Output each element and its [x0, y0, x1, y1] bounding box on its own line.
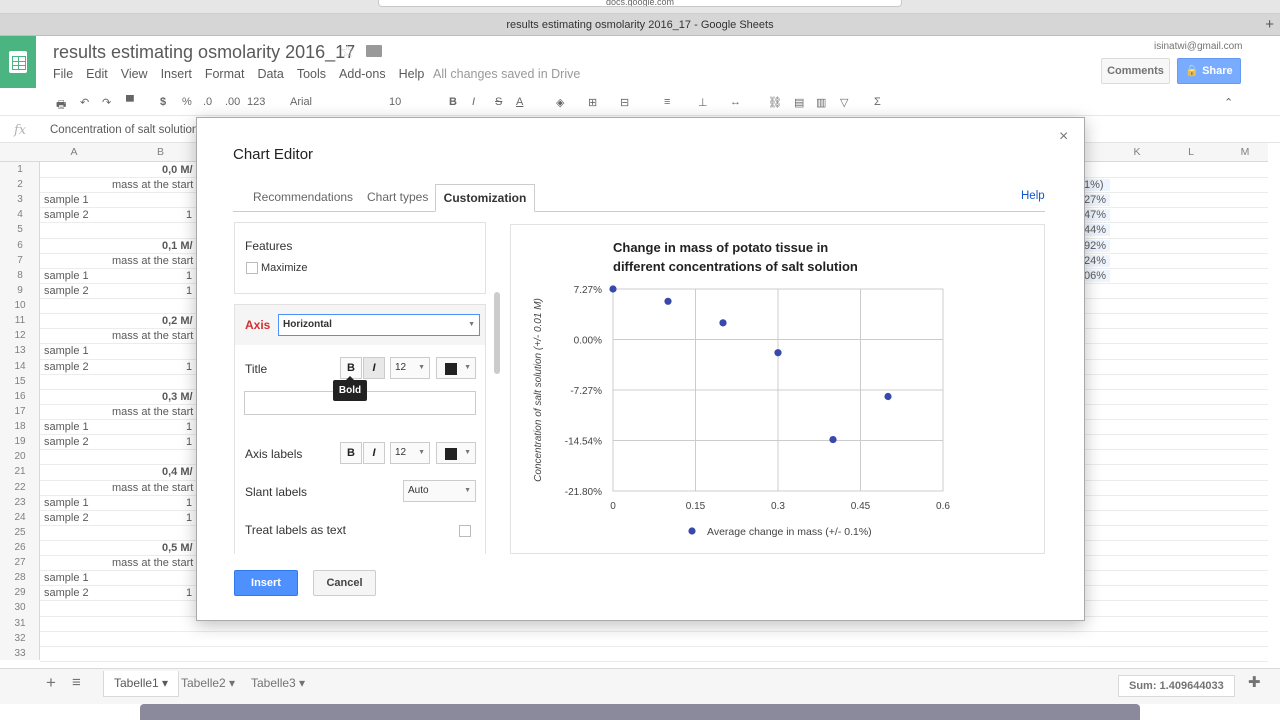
treat-labels-checkbox[interactable]	[459, 525, 471, 537]
cancel-button[interactable]: Cancel	[313, 570, 376, 596]
data-point	[829, 435, 837, 444]
y-tick-label: -7.27%	[570, 386, 602, 397]
address-bar[interactable]: docs.google.com	[378, 0, 902, 7]
title-color-select[interactable]: ▼	[436, 357, 476, 379]
color-swatch	[445, 363, 457, 375]
chart-title-line-1: Change in mass of potato tissue in	[613, 240, 828, 255]
axis-section: Axis Horizontal ▼ Title B I 12 ▼ ▼ Axis la…	[234, 304, 486, 554]
labels-bold-button[interactable]: B	[340, 442, 362, 464]
features-label: Features	[245, 239, 293, 253]
title-size-value: 12	[395, 362, 407, 373]
axis-select-value: Horizontal	[283, 319, 332, 330]
data-point	[609, 285, 617, 293]
data-point	[884, 392, 892, 401]
data-point	[719, 319, 727, 327]
x-tick-label: 0.6	[936, 501, 950, 512]
labels-italic-button[interactable]: I	[363, 442, 385, 464]
labels-color-select[interactable]: ▼	[436, 442, 476, 464]
title-size-select[interactable]: 12 ▼	[390, 357, 430, 379]
axis-labels-label: Axis labels	[245, 447, 303, 461]
chart-preview: Change in mass of potato tissue in differ…	[510, 224, 1045, 554]
y-axis-label: Concentration of salt solution (+/- 0.01…	[533, 298, 544, 482]
labels-size-value: 12	[395, 447, 407, 458]
legend-label: Average change in mass (+/- 0.1%)	[707, 526, 872, 538]
dropdown-arrow-icon: ▼	[468, 321, 475, 328]
data-point	[774, 349, 782, 357]
tab-chart-types[interactable]: Chart types	[367, 190, 428, 204]
slant-labels-label: Slant labels	[245, 485, 308, 499]
dropdown-arrow-icon: ▼	[418, 364, 425, 371]
help-link[interactable]: Help	[1021, 190, 1045, 202]
maximize-checkbox[interactable]	[246, 262, 258, 274]
y-tick-label: 0.00%	[574, 336, 602, 347]
dropdown-arrow-icon: ▼	[464, 449, 471, 456]
x-tick-label: 0.45	[851, 501, 871, 512]
dialog-title: Chart Editor	[233, 146, 314, 163]
x-tick-label: 0.15	[686, 501, 706, 512]
labels-size-select[interactable]: 12 ▼	[390, 442, 430, 464]
title-italic-button[interactable]: I	[363, 357, 385, 379]
close-icon[interactable]: ×	[1059, 128, 1068, 146]
color-swatch	[445, 448, 457, 460]
x-tick-label: 0.3	[771, 501, 785, 512]
os-dock	[140, 704, 1140, 720]
slant-value: Auto	[408, 485, 429, 496]
title-label: Title	[245, 362, 268, 376]
y-tick-label: 7.27%	[574, 285, 602, 296]
slant-select[interactable]: Auto ▼	[403, 480, 476, 502]
tab-customization[interactable]: Customization	[435, 184, 535, 212]
features-section: Features Maximize	[234, 222, 486, 294]
chart-editor-dialog: Chart Editor × Recommendations Chart typ…	[196, 117, 1085, 621]
axis-select[interactable]: Horizontal ▼	[278, 314, 480, 336]
window-title: results estimating osmolarity 2016_17 - …	[506, 19, 774, 31]
new-tab-icon[interactable]: +	[1265, 14, 1274, 36]
dropdown-arrow-icon: ▼	[464, 487, 471, 494]
data-point	[664, 297, 672, 305]
axis-label: Axis	[245, 318, 271, 332]
insert-button[interactable]: Insert	[234, 570, 298, 596]
y-tick-label: -14.54%	[565, 437, 602, 448]
dropdown-arrow-icon: ▼	[418, 449, 425, 456]
scatter-chart: Change in mass of potato tissue in differ…	[533, 240, 950, 538]
treat-labels-label: Treat labels as text	[245, 523, 346, 537]
panel-scrollbar[interactable]	[494, 292, 500, 374]
chart-title-line-2: different concentrations of salt solutio…	[613, 259, 858, 274]
y-tick-label: -21.80%	[565, 487, 602, 498]
browser-tab[interactable]: results estimating osmolarity 2016_17 - …	[0, 14, 1280, 36]
x-tick-label: 0	[610, 501, 616, 512]
bold-tooltip: Bold	[333, 376, 367, 401]
tabs-divider	[233, 211, 1045, 212]
tab-recommendations[interactable]: Recommendations	[253, 190, 353, 204]
legend-marker	[688, 527, 696, 535]
maximize-label: Maximize	[261, 262, 308, 274]
dropdown-arrow-icon: ▼	[464, 364, 471, 371]
